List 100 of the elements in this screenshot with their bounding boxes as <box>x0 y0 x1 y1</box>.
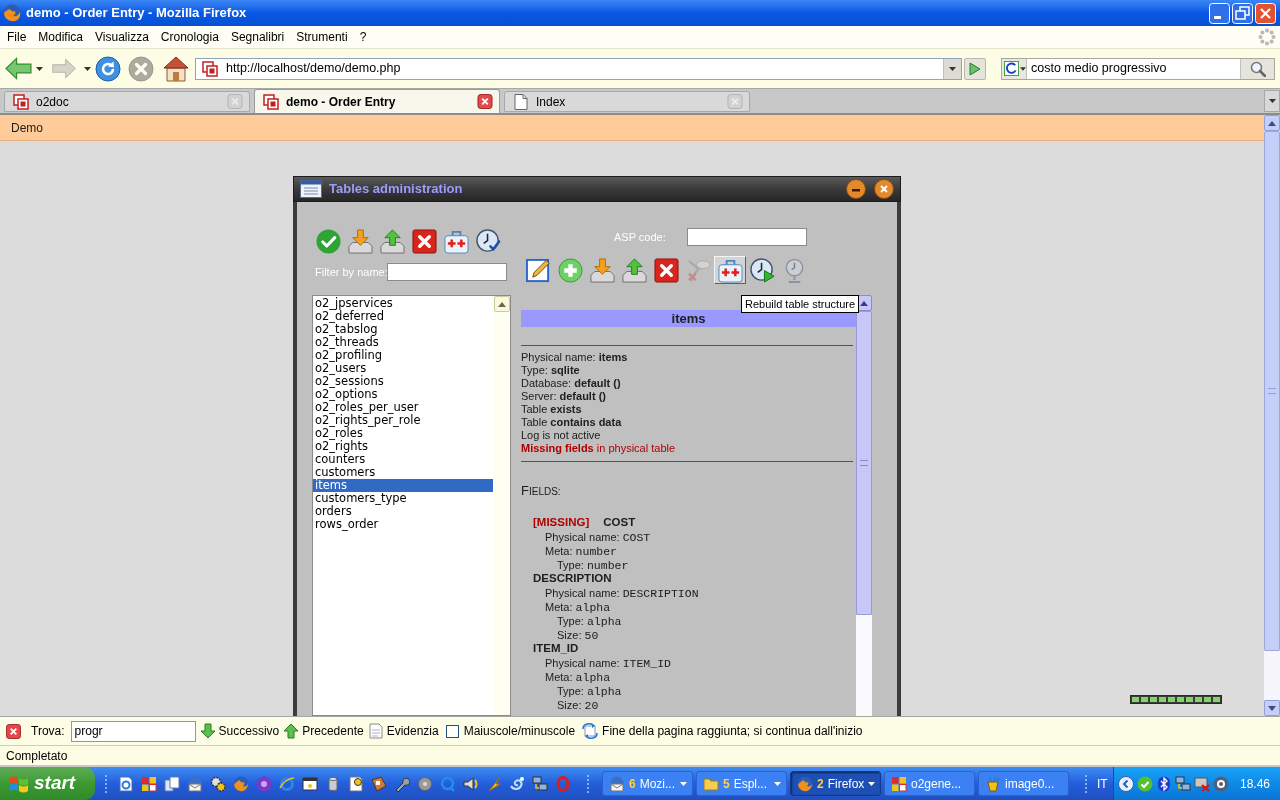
check-circle-icon[interactable] <box>1136 775 1153 792</box>
property-text: Physical name: ITEM_ID <box>544 656 672 670</box>
asp-code-field[interactable] <box>687 228 807 246</box>
reload-icon[interactable] <box>95 55 121 82</box>
search-field[interactable]: costo medio progressivo <box>1001 57 1275 80</box>
envelope-icon[interactable] <box>187 775 203 792</box>
table-list-item[interactable]: o2_rights <box>313 440 493 453</box>
lightning-icon[interactable] <box>486 775 502 792</box>
note-icon[interactable] <box>348 775 364 792</box>
minimize-button[interactable] <box>846 179 866 199</box>
language-indicator[interactable]: IT <box>1097 774 1108 793</box>
home-icon[interactable] <box>163 55 189 82</box>
menu-item[interactable]: Strumenti <box>290 27 354 47</box>
window-icon[interactable] <box>302 775 318 792</box>
find-field[interactable]: progr <box>70 720 196 742</box>
search-icon <box>1249 60 1266 77</box>
gears-icon[interactable] <box>210 775 226 792</box>
pages-icon[interactable] <box>164 775 180 792</box>
table-list-item[interactable]: o2_roles_per_user <box>313 401 493 414</box>
table-list-item[interactable]: o2_sessions <box>313 375 493 388</box>
taskbar-button[interactable]: o2gene... <box>884 771 975 796</box>
menu-item[interactable]: Visualizza <box>89 27 155 47</box>
table-list-item[interactable]: o2_options <box>313 388 493 401</box>
table-list-item[interactable]: rows_order <box>313 518 493 531</box>
table-list-item[interactable]: items <box>313 479 493 492</box>
menu-item[interactable]: ? <box>353 27 373 47</box>
window-title: demo - Order Entry - Mozilla Firefox <box>26 4 247 23</box>
scrollbar-thumb[interactable] <box>1264 131 1280 651</box>
caret-icon[interactable] <box>84 66 91 71</box>
menu-item[interactable]: Cronologia <box>154 27 225 47</box>
go-button[interactable] <box>964 57 986 80</box>
swirl-icon[interactable] <box>509 775 525 792</box>
grip-icon <box>586 772 590 795</box>
close-icon[interactable] <box>477 94 493 109</box>
table-list-item[interactable]: o2_threads <box>313 336 493 349</box>
tab[interactable]: demo - Order Entry <box>254 89 500 113</box>
globe-icon[interactable] <box>233 775 249 792</box>
circle-icon[interactable] <box>256 775 272 792</box>
menu-item[interactable]: Segnalibri <box>224 27 291 47</box>
page-icon[interactable] <box>118 775 134 792</box>
checkbox-label[interactable]: Maiuscole/minuscole <box>463 722 576 740</box>
close-button[interactable] <box>874 179 894 199</box>
search-button[interactable] <box>1240 58 1274 79</box>
checkbox[interactable] <box>445 724 459 738</box>
cylinder-icon[interactable] <box>325 775 341 792</box>
table-list-item[interactable]: o2_tabslog <box>313 323 493 336</box>
table-list-item[interactable]: o2_rights_per_role <box>313 414 493 427</box>
menu-item[interactable]: File <box>1 27 33 47</box>
filter-field[interactable] <box>387 263 507 281</box>
close-icon[interactable] <box>6 723 21 739</box>
chevron-icon[interactable] <box>1117 775 1134 792</box>
orbit-icon[interactable] <box>279 775 295 792</box>
task-label: o2gene... <box>911 775 962 793</box>
table-list-item[interactable]: orders <box>313 505 493 518</box>
bluetooth-icon[interactable] <box>1155 775 1172 792</box>
table-list-item[interactable]: o2_users <box>313 362 493 375</box>
table-list-item[interactable]: o2_roles <box>313 427 493 440</box>
table-list-item[interactable]: customers <box>313 466 493 479</box>
table-list-item[interactable]: o2_profiling <box>313 349 493 362</box>
computers-icon[interactable] <box>532 775 548 792</box>
monitor-cross-icon[interactable] <box>1193 775 1210 792</box>
address-field[interactable]: http://localhost/demo/demo.php <box>195 57 962 80</box>
play-icon <box>969 61 981 76</box>
wrench-icon[interactable] <box>394 775 410 792</box>
table-list-item[interactable]: counters <box>313 453 493 466</box>
page-icon <box>513 93 529 110</box>
table-list-item[interactable]: customers_type <box>313 492 493 505</box>
tab[interactable]: Index <box>504 91 750 112</box>
dropdown-button[interactable] <box>943 58 961 79</box>
tab-list-button[interactable] <box>1264 90 1280 112</box>
find-button[interactable]: Evidenzia <box>367 722 439 740</box>
taskbar-button[interactable]: 6 Mozi... <box>602 771 693 796</box>
disc-icon[interactable] <box>1212 775 1229 792</box>
squares-icon <box>202 60 218 77</box>
table-list-item[interactable]: o2_jpservices <box>313 297 493 310</box>
diamond-icon[interactable] <box>371 775 387 792</box>
speaker-icon[interactable] <box>463 775 479 792</box>
menu-item[interactable]: Modifica <box>32 27 90 47</box>
taskbar-button[interactable]: 2 Firefox <box>790 771 881 796</box>
filter-label: Filter by name: <box>314 264 387 280</box>
disc-icon[interactable] <box>417 775 433 792</box>
find-button[interactable]: Successivo <box>199 722 280 740</box>
caret-icon <box>1268 120 1276 126</box>
task-label: image0... <box>1005 775 1055 793</box>
window-count: 5 <box>723 775 730 793</box>
start-button[interactable]: start <box>0 767 95 800</box>
scrollbar-thumb[interactable] <box>856 311 872 615</box>
scroll-down-button[interactable] <box>1264 700 1280 716</box>
taskbar-button[interactable]: image0... <box>978 771 1069 796</box>
left-arrow-icon[interactable] <box>5 57 32 80</box>
tab[interactable]: o2doc <box>4 91 250 112</box>
search-engine-button[interactable] <box>1002 58 1027 79</box>
tiles-icon[interactable] <box>141 775 157 792</box>
table-list-item[interactable]: o2_deferred <box>313 310 493 323</box>
computers-icon[interactable] <box>1174 775 1191 792</box>
taskbar-button[interactable]: 5 Espl... <box>696 771 787 796</box>
find-button[interactable]: Precedente <box>283 722 364 740</box>
restore-button[interactable] <box>1232 2 1253 24</box>
property-text: Type: alpha <box>556 684 623 698</box>
caret-icon[interactable] <box>36 66 43 71</box>
